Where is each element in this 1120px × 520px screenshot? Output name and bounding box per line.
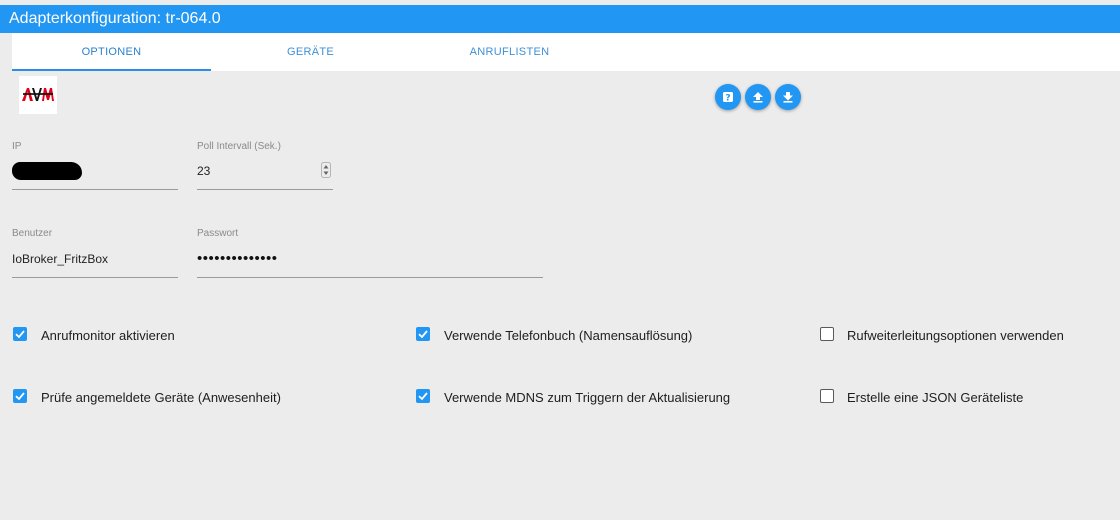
checkbox-label-anrufmonitor: Anrufmonitor aktivieren — [41, 328, 175, 343]
checkbox-anwesenheit[interactable] — [13, 389, 27, 403]
checkmark-icon — [418, 392, 428, 401]
checkbox-anrufmonitor[interactable] — [13, 327, 27, 341]
user-label: Benutzer — [12, 228, 53, 239]
poll-interval-underline — [197, 189, 333, 190]
checkbox-label-telefonbuch: Verwende Telefonbuch (Namensauflösung) — [444, 328, 693, 343]
tab-bar: OPTIONEN GERÄTE ANRUFLISTEN — [12, 33, 1120, 71]
ip-underline — [12, 189, 178, 190]
tab-optionen[interactable]: OPTIONEN — [12, 33, 211, 71]
checkbox-telefonbuch[interactable] — [416, 327, 430, 341]
download-icon — [783, 92, 793, 103]
poll-interval-input[interactable]: 23 — [197, 164, 210, 178]
help-button[interactable]: ? — [715, 84, 741, 110]
help-icon: ? — [723, 92, 733, 104]
password-label: Passwort — [197, 228, 239, 239]
checkbox-json-geraeteliste[interactable] — [820, 389, 834, 403]
checkmark-icon — [418, 330, 428, 339]
checkbox-label-json-geraeteliste: Erstelle eine JSON Geräteliste — [847, 390, 1024, 405]
checkbox-label-rufweiterleitung: Rufweiterleitungsoptionen verwenden — [847, 328, 1064, 343]
checkbox-rufweiterleitung[interactable] — [820, 327, 834, 341]
upload-button[interactable] — [745, 84, 771, 110]
checkbox-label-mdns: Verwende MDNS zum Triggern der Aktualisi… — [444, 390, 731, 405]
window-title: Adapterkonfiguration: tr-064.0 — [0, 5, 1120, 33]
checkmark-icon — [15, 392, 25, 401]
download-button[interactable] — [775, 84, 801, 110]
poll-interval-label: Poll Intervall (Sek.) — [197, 141, 281, 152]
avm-logo-icon — [22, 88, 54, 101]
password-input[interactable]: •••••••••••••• — [197, 250, 278, 267]
stepper-arrows-icon — [321, 162, 331, 178]
checkbox-mdns[interactable] — [416, 389, 430, 403]
svg-text:?: ? — [725, 94, 730, 104]
ip-redaction — [12, 162, 82, 180]
upload-icon — [753, 92, 763, 103]
poll-interval-stepper[interactable] — [321, 162, 331, 178]
password-underline — [197, 277, 543, 278]
checkmark-icon — [15, 330, 25, 339]
tab-anruflisten[interactable]: ANRUFLISTEN — [410, 33, 609, 71]
tab-geraete[interactable]: GERÄTE — [211, 33, 410, 71]
user-underline — [12, 277, 178, 278]
checkbox-label-anwesenheit: Prüfe angemeldete Geräte (Anwesenheit) — [41, 390, 281, 405]
ip-label: IP — [12, 141, 22, 152]
user-input[interactable]: IoBroker_FritzBox — [12, 252, 108, 266]
avm-logo — [19, 76, 57, 114]
